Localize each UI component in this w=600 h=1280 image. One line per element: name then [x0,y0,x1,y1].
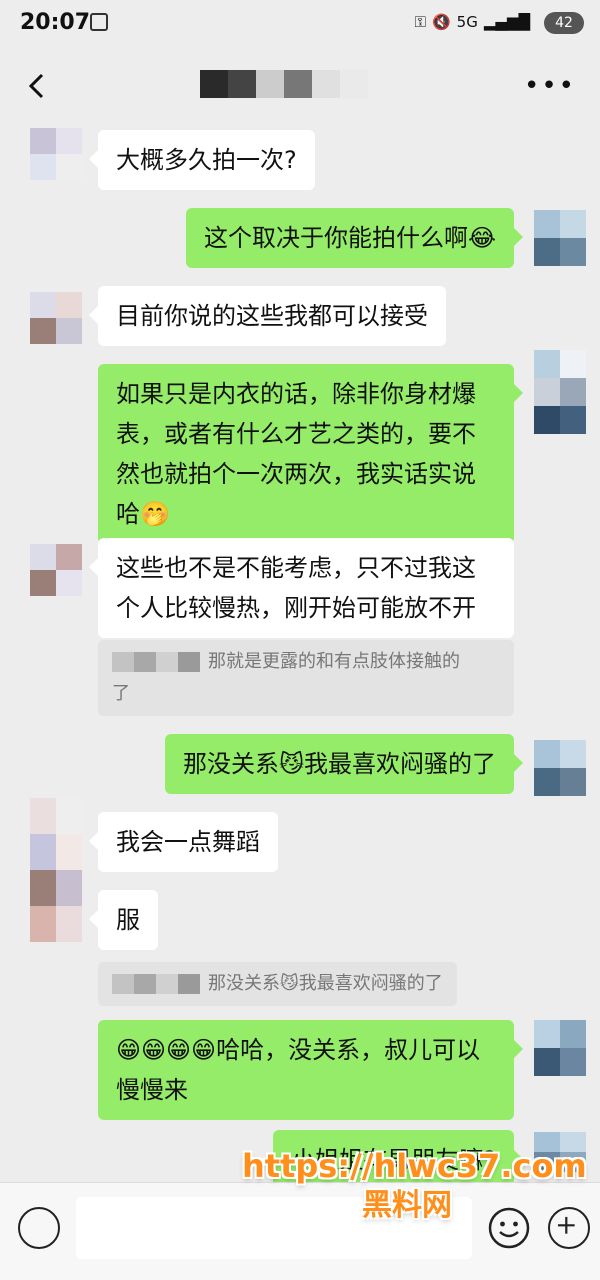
chevron-left-icon[interactable] [24,72,52,100]
self-avatar [534,1020,586,1076]
self-avatar [534,210,586,266]
message-bubble-incoming[interactable]: 服 [89,890,158,950]
message-bubble-incoming[interactable]: 我会一点舞蹈 [89,812,278,872]
contact-avatar [30,798,82,942]
self-avatar [534,740,586,796]
contact-name-blurred [200,70,368,98]
key-icon: ⚿ [414,13,426,31]
message-list: 大概多久拍一次? 这个取决于你能拍什么啊😂 目前你说的这些我都可以接受 如果只是… [0,122,600,1182]
mute-icon: 🔇 [431,13,451,31]
quoted-sender-blurred [112,652,200,672]
message-bubble-outgoing[interactable]: 😁😁😁😁哈哈，没关系，叔儿可以 慢慢来 [98,1020,523,1120]
status-time: 20:07 [20,10,91,35]
status-bar: 20:07 ⚿ 🔇 5G ▂▄▆█ 42 [0,0,600,50]
self-avatar [534,350,586,434]
plus-icon[interactable] [548,1207,590,1249]
emoji-icon[interactable] [488,1207,530,1249]
status-icons: ⚿ 🔇 5G ▂▄▆█ [415,13,530,31]
contact-avatar [30,292,82,344]
message-bubble-outgoing[interactable]: 如果只是内衣的话，除非你身材爆 表，或者有什么才艺之类的，要不 然也就拍个一次两… [98,364,523,544]
message-bubble-outgoing[interactable]: 小姐姐有男朋友嘛? [273,1130,523,1182]
contact-avatar [30,544,82,596]
quoted-text: 那没关系😼我最喜欢闷骚的了 [208,973,443,994]
message-bubble-outgoing[interactable]: 那没关系😼我最喜欢闷骚的了 [164,734,524,794]
signal-label: 5G [456,13,478,31]
battery-level: 42 [544,12,584,34]
quoted-reply[interactable]: 那就是更露的和有点肢体接触的 了 [98,640,514,716]
message-bubble-incoming[interactable]: 大概多久拍一次? [89,130,315,190]
chat-header: ••• [0,50,600,122]
self-avatar [534,1132,586,1172]
input-toolbar [0,1182,600,1280]
quoted-reply[interactable]: 那没关系😼我最喜欢闷骚的了 [98,962,457,1006]
message-bubble-incoming[interactable]: 这些也不是不能考虑，只不过我这 个人比较慢热，刚开始可能放不开 [89,538,514,638]
message-input[interactable] [76,1197,472,1259]
contact-avatar [30,128,82,180]
message-bubble-incoming[interactable]: 目前你说的这些我都可以接受 [89,286,446,346]
voice-icon[interactable] [18,1207,60,1249]
message-bubble-outgoing[interactable]: 这个取决于你能拍什么啊😂 [185,208,524,268]
quoted-sender-blurred [112,974,200,994]
ellipsis-icon[interactable]: ••• [524,73,576,99]
screen-record-icon [90,13,108,31]
signal-bars-icon: ▂▄▆█ [483,13,530,31]
